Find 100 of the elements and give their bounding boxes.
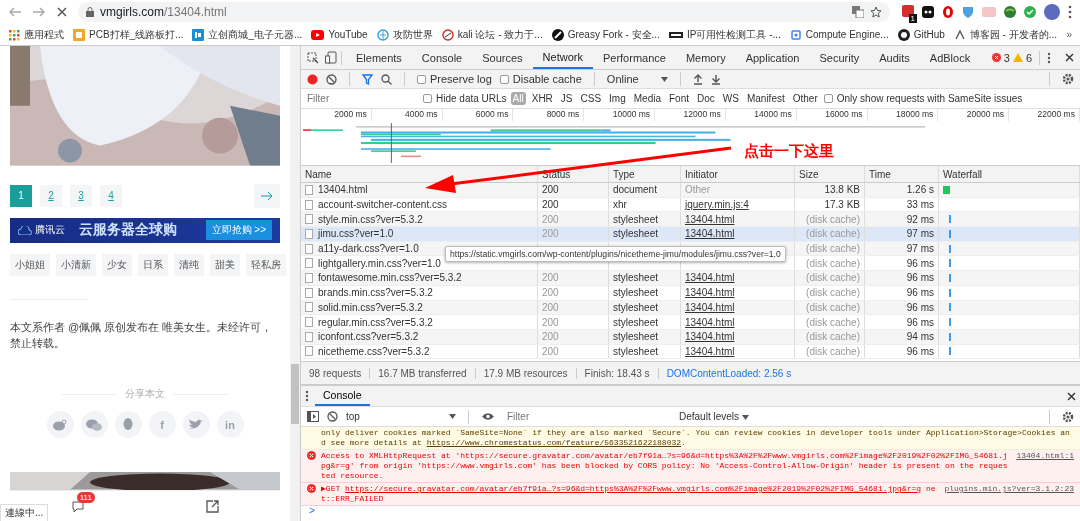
column-header[interactable]: Type xyxy=(609,166,681,182)
request-name[interactable]: account-switcher-content.css xyxy=(318,199,447,211)
initiator-link[interactable]: 13404.html xyxy=(685,316,735,328)
devtools-tab[interactable]: Memory xyxy=(675,46,736,69)
checkbox-label: Disable cache xyxy=(512,73,582,85)
request-row[interactable]: fontawesome.min.css?ver=5.3.2 200 stylesheet 13404.html (disk cache) 96 ms xyxy=(301,271,1080,286)
request-name[interactable]: style.min.css?ver=5.3.2 xyxy=(318,213,423,225)
request-name[interactable]: brands.min.css?ver=5.3.2 xyxy=(318,287,433,299)
bookmark-link[interactable]: PCB打样_线路板打... xyxy=(89,27,184,42)
request-name[interactable]: jimu.css?ver=1.0 xyxy=(318,228,394,240)
type-cell: stylesheet xyxy=(613,331,659,343)
status-cell: 200 xyxy=(542,199,559,211)
summary-stat: DOMContentLoaded: 2.56 s xyxy=(665,367,793,379)
devtools-tab[interactable]: Audits xyxy=(869,46,920,69)
warning-count[interactable]: 6 xyxy=(1025,51,1032,64)
request-name[interactable]: fontawesome.min.css?ver=5.3.2 xyxy=(318,272,462,284)
size-cell: (disk cache) xyxy=(806,345,860,357)
request-row[interactable]: brands.min.css?ver=5.3.2 200 stylesheet 13404.html (disk cache) 96 ms xyxy=(301,285,1080,301)
type-filter-button[interactable]: XHR xyxy=(529,92,555,105)
tag-chip[interactable]: 清纯 xyxy=(174,254,204,276)
devtools-tab[interactable]: Application xyxy=(735,46,810,69)
bookmark-link[interactable]: 應用程式 xyxy=(24,27,64,42)
console-tab[interactable]: Console xyxy=(315,386,370,406)
type-filter-button[interactable]: CSS xyxy=(578,92,604,105)
timeline-tick-label: 20000 ms xyxy=(938,109,1010,121)
bookmark-link[interactable]: IP可用性检测工具 -... xyxy=(686,27,781,42)
status-cell: 200 xyxy=(542,228,559,240)
bookmark-link[interactable]: GitHub xyxy=(913,29,945,40)
size-cell: 17.3 KB xyxy=(824,199,860,211)
type-filter-button[interactable]: Manifest xyxy=(744,92,787,105)
tag-chip[interactable]: 日系 xyxy=(138,254,168,276)
bookmark-link[interactable]: Greasy Fork - 安全... xyxy=(567,27,660,42)
type-filter-button[interactable]: Img xyxy=(607,92,628,105)
request-name[interactable]: 13404.html xyxy=(318,184,368,196)
bookmark-link[interactable]: kali 论坛 - 致力于... xyxy=(457,27,543,42)
devtools-tab[interactable]: Console xyxy=(411,46,473,69)
comment-count-badge: 111 xyxy=(76,492,95,504)
request-name[interactable]: lightgallery.min.css?ver=1.0 xyxy=(318,257,441,269)
request-row[interactable]: jimu.css?ver=1.0 200 stylesheet 13404.html (disk cache) 97 ms xyxy=(301,227,1080,242)
column-header[interactable]: Initiator xyxy=(681,166,795,182)
checkbox-label: Preserve log xyxy=(430,73,492,85)
initiator-link[interactable]: 13404.html xyxy=(685,213,735,225)
more-bookmarks-button[interactable]: » xyxy=(1066,29,1072,40)
ad-banner[interactable]: 腾讯云 云服务器全球购 立即抢购 >> xyxy=(10,217,280,243)
column-header[interactable]: Status xyxy=(538,166,609,182)
type-filter-button[interactable]: JS xyxy=(558,92,575,105)
column-header[interactable]: Size xyxy=(795,166,865,182)
initiator-link[interactable]: jquery.min.js:4 xyxy=(685,199,749,211)
initiator-link[interactable]: 13404.html xyxy=(685,228,735,240)
initiator-link[interactable]: 13404.html xyxy=(685,331,735,343)
initiator-link[interactable]: 13404.html xyxy=(685,345,735,357)
request-name[interactable]: a11y-dark.css?ver=1.0 xyxy=(318,243,419,255)
source-link[interactable]: plugins.min.js?ver=3.1.2:23 xyxy=(944,484,1074,504)
type-filter-button[interactable]: Font xyxy=(667,92,691,105)
devtools-tab[interactable]: Security xyxy=(809,46,870,69)
bookmark-link[interactable]: 攻防世界 xyxy=(392,27,433,42)
size-cell: (disk cache) xyxy=(806,331,860,343)
type-filter-button[interactable]: Media xyxy=(631,92,663,105)
type-filter-button[interactable]: Doc xyxy=(695,92,717,105)
tag-chip[interactable]: 甜美 xyxy=(210,254,240,276)
type-cell: stylesheet xyxy=(613,345,659,357)
request-row[interactable]: 13404.html 200 document Other 13.8 KB 1.26 s xyxy=(301,183,1080,198)
initiator-link[interactable]: 13404.html xyxy=(685,301,735,313)
request-row[interactable]: regular.min.css?ver=5.3.2 200 stylesheet 13404.html (disk cache) 96 ms xyxy=(301,315,1080,330)
devtools-tab[interactable]: AdBlock xyxy=(919,46,981,69)
tag-chip[interactable]: 轻私房 xyxy=(246,254,286,276)
column-header[interactable]: Waterfall xyxy=(939,166,1080,182)
bookmark-link[interactable]: 立创商城_电子元器... xyxy=(208,27,303,42)
initiator-link[interactable]: 13404.html xyxy=(685,287,735,299)
error-count[interactable]: 3 xyxy=(1003,51,1010,64)
source-link[interactable]: 13404.html:1 xyxy=(1016,451,1074,481)
request-name[interactable]: regular.min.css?ver=5.3.2 xyxy=(318,316,433,328)
request-name[interactable]: nicetheme.css?ver=5.3.2 xyxy=(318,345,430,357)
request-name[interactable]: solid.min.css?ver=5.3.2 xyxy=(318,301,423,313)
size-cell: (disk cache) xyxy=(806,272,860,284)
throttling-select[interactable]: Online xyxy=(606,73,668,85)
context-select[interactable]: top xyxy=(346,411,456,422)
type-cell: stylesheet xyxy=(613,213,659,225)
tag-chip[interactable]: 小姐姐 xyxy=(10,254,50,276)
bookmark-link[interactable]: 博客园 - 开发者的... xyxy=(969,27,1057,42)
url-link[interactable]: https://secure.gravatar.com/avatar/eb7f91a…?s=96&d=https%3A%2F%2Fwww.vmgirls.com%2Fimage%2F2019%2F02%2FIMG_54681.jpg&r=g xyxy=(345,484,922,493)
bookmark-link[interactable]: YouTube xyxy=(328,29,368,40)
request-row[interactable]: style.min.css?ver=5.3.2 200 stylesheet 13404.html (disk cache) 92 ms xyxy=(301,212,1080,228)
tag-chip[interactable]: 少女 xyxy=(102,254,132,276)
console-prompt[interactable]: > xyxy=(301,506,1080,518)
column-header[interactable]: Time xyxy=(865,166,939,182)
devtools-tab[interactable]: Elements xyxy=(346,46,412,69)
type-filter-button[interactable]: WS xyxy=(720,92,741,105)
devtools-tab[interactable]: Performance xyxy=(592,46,676,69)
tag-chip[interactable]: 小清新 xyxy=(56,254,96,276)
type-filter-button[interactable]: Other xyxy=(790,92,820,105)
address-bar[interactable]: vmgirls.com/13404.html xyxy=(78,2,890,22)
log-levels-select[interactable]: Default levels xyxy=(679,411,749,422)
type-cell: xhr xyxy=(613,199,627,211)
devtools-tab[interactable]: Sources xyxy=(472,46,533,69)
initiator-link[interactable]: 13404.html xyxy=(685,272,735,284)
request-name[interactable]: iconfont.css?ver=5.3.2 xyxy=(318,331,419,343)
request-row[interactable]: nicetheme.css?ver=5.3.2 200 stylesheet 13404.html (disk cache) 96 ms xyxy=(301,344,1080,360)
bookmark-link[interactable]: Compute Engine... xyxy=(805,29,889,40)
time-cell: 96 ms xyxy=(906,257,934,269)
